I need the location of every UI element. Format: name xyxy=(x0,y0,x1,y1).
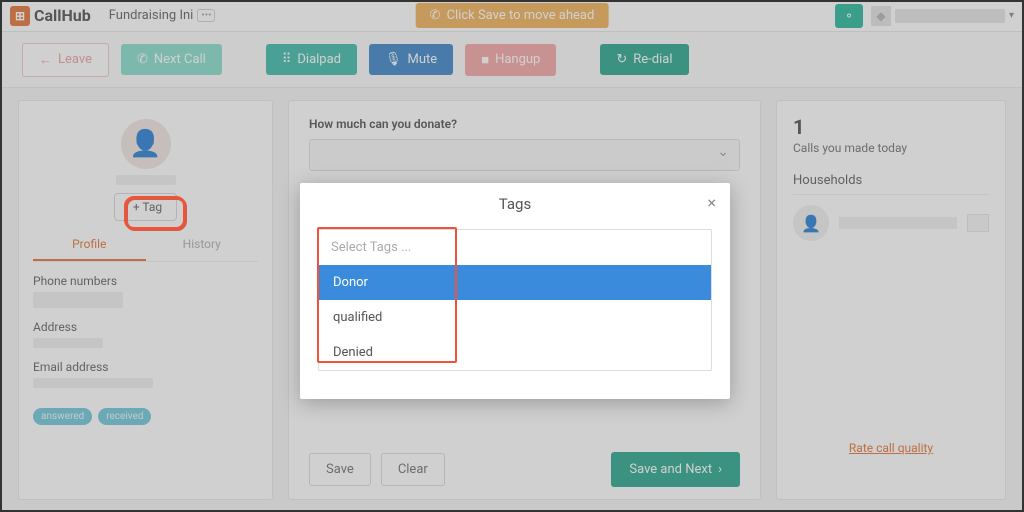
tags-dropdown[interactable]: Select Tags ... Donor qualified Denied xyxy=(318,229,712,371)
tags-modal-close[interactable]: × xyxy=(707,193,716,212)
tags-select-input[interactable]: Select Tags ... xyxy=(319,230,711,265)
tags-modal-title: Tags xyxy=(318,195,712,213)
tag-option-denied[interactable]: Denied xyxy=(319,335,711,370)
tag-option-qualified[interactable]: qualified xyxy=(319,300,711,335)
tags-modal: Tags × Select Tags ... Donor qualified D… xyxy=(300,183,730,399)
tag-option-donor[interactable]: Donor xyxy=(319,265,711,300)
